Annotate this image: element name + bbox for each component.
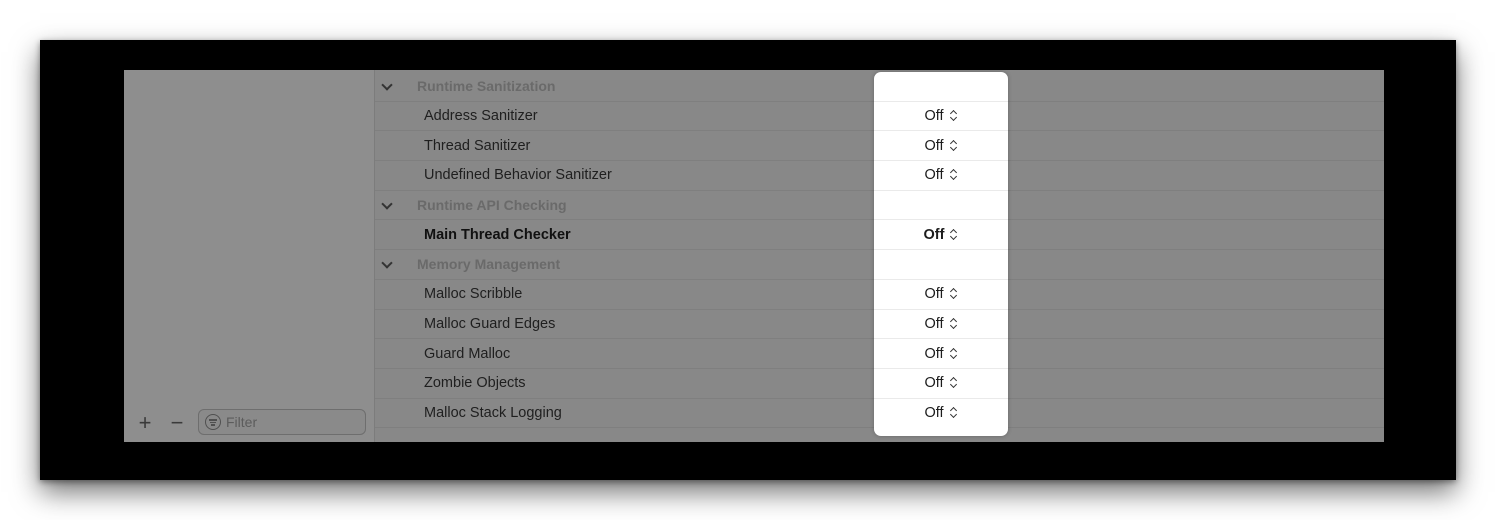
- address-sanitizer-popup[interactable]: Off: [924, 108, 957, 124]
- value-column-highlight: Off Off Off Off Off Off Off Off Off: [874, 72, 1008, 436]
- popup-value: Off: [924, 108, 944, 125]
- remove-button[interactable]: −: [166, 412, 188, 434]
- filter-icon: [205, 414, 221, 430]
- sidebar: + −: [124, 70, 375, 442]
- setting-label: Malloc Stack Logging: [424, 404, 562, 421]
- value-column: Off Off Off Off Off Off Off Off Off: [874, 72, 1008, 428]
- updown-chevron-icon: [949, 140, 958, 152]
- malloc-guard-edges-popup[interactable]: Off: [924, 316, 957, 332]
- updown-chevron-icon: [949, 318, 958, 330]
- value-cell: Off: [874, 161, 1008, 191]
- popup-value: Off: [924, 167, 944, 184]
- updown-chevron-icon: [949, 407, 958, 419]
- value-cell: Off: [874, 280, 1008, 310]
- thread-sanitizer-popup[interactable]: Off: [924, 138, 957, 154]
- value-cell-empty: [874, 191, 1008, 221]
- value-cell: Off: [874, 369, 1008, 399]
- value-cell: Off: [874, 310, 1008, 340]
- sidebar-toolbar: + −: [124, 408, 374, 438]
- malloc-scribble-popup[interactable]: Off: [924, 286, 957, 302]
- setting-label: Undefined Behavior Sanitizer: [424, 167, 612, 184]
- popup-value: Off: [924, 375, 944, 392]
- setting-label: Zombie Objects: [424, 375, 526, 392]
- setting-label: Main Thread Checker: [424, 226, 571, 243]
- zombie-objects-popup[interactable]: Off: [924, 375, 957, 391]
- setting-label: Thread Sanitizer: [424, 137, 531, 154]
- popup-value: Off: [923, 226, 945, 243]
- undefined-behavior-sanitizer-popup[interactable]: Off: [924, 167, 957, 183]
- updown-chevron-icon: [949, 169, 958, 181]
- chevron-down-icon[interactable]: [381, 198, 393, 210]
- guard-malloc-popup[interactable]: Off: [924, 346, 957, 362]
- setting-label: Malloc Scribble: [424, 286, 523, 303]
- updown-chevron-icon: [949, 348, 958, 360]
- chevron-down-icon[interactable]: [381, 79, 393, 91]
- setting-label: Guard Malloc: [424, 345, 511, 362]
- popup-value: Off: [924, 405, 944, 422]
- section-label: Runtime API Checking: [417, 197, 567, 214]
- popup-value: Off: [924, 286, 944, 303]
- filter-field[interactable]: [198, 409, 366, 435]
- value-cell-empty: [874, 72, 1008, 102]
- value-cell: Off: [874, 339, 1008, 369]
- value-cell: Off: [874, 102, 1008, 132]
- setting-label: Address Sanitizer: [424, 108, 538, 125]
- main-thread-checker-popup[interactable]: Off: [924, 227, 959, 243]
- popup-value: Off: [924, 345, 944, 362]
- updown-chevron-icon: [949, 110, 958, 122]
- section-label: Memory Management: [417, 256, 561, 273]
- chevron-down-icon[interactable]: [381, 257, 393, 269]
- popup-value: Off: [924, 137, 944, 154]
- add-button[interactable]: +: [134, 412, 156, 434]
- updown-chevron-icon: [949, 229, 958, 241]
- value-cell: Off: [874, 220, 1008, 251]
- malloc-stack-logging-popup[interactable]: Off: [924, 405, 957, 421]
- updown-chevron-icon: [949, 288, 958, 300]
- popup-value: Off: [924, 315, 944, 332]
- section-label: Runtime Sanitization: [417, 78, 556, 95]
- value-cell-empty: [874, 250, 1008, 280]
- updown-chevron-icon: [949, 377, 958, 389]
- filter-input[interactable]: [226, 414, 346, 430]
- setting-label: Malloc Guard Edges: [424, 315, 556, 332]
- diagnostics-panel: + − Runtime Sanitization Address Sanitiz…: [124, 70, 1384, 442]
- value-cell: Off: [874, 399, 1008, 429]
- value-cell: Off: [874, 131, 1008, 162]
